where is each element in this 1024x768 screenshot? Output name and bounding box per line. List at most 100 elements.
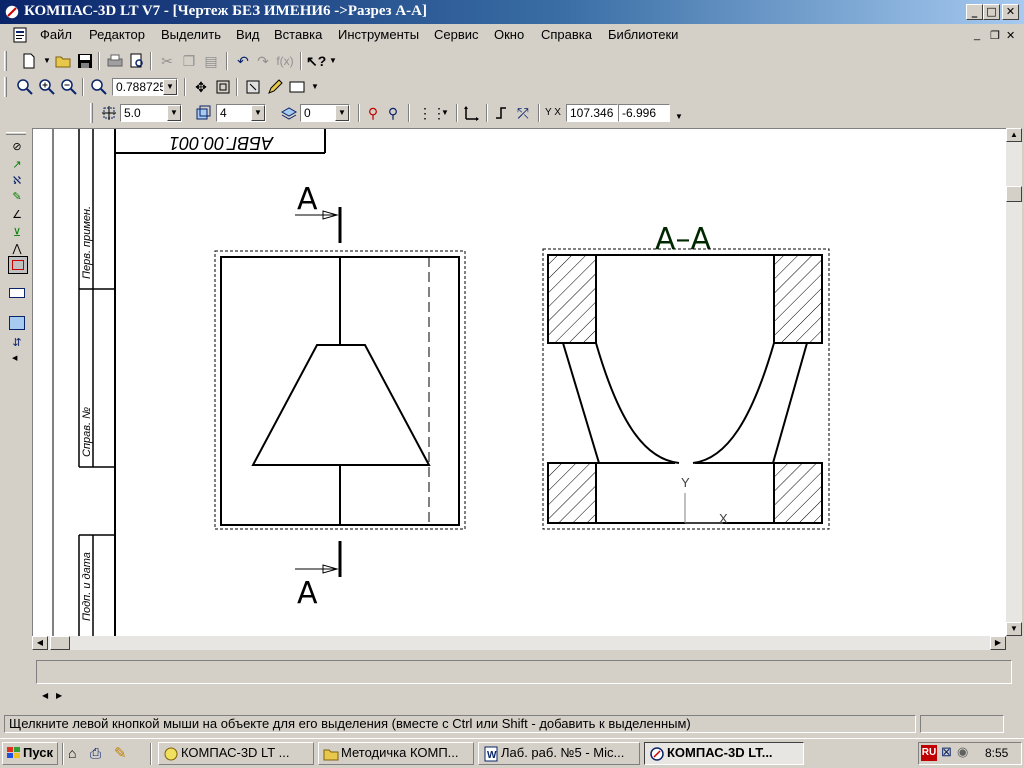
copy-icon[interactable]: ❐ (180, 52, 198, 70)
next-arrow-icon[interactable]: ▶ (56, 691, 62, 700)
insert-elements-icon[interactable]: ⇵ (8, 334, 26, 352)
maximize-button[interactable]: □ (983, 4, 1000, 20)
scroll-up-button[interactable]: ▲ (1006, 128, 1022, 142)
snap-icon[interactable]: ⚲ (364, 104, 382, 122)
pan-icon[interactable]: ✥ (192, 78, 210, 96)
menu-libraries[interactable]: Библиотеки (608, 27, 678, 42)
kompas-app-icon[interactable] (3, 3, 21, 21)
cut-icon[interactable]: ✂ (158, 52, 176, 70)
associative-views-icon[interactable] (8, 256, 28, 274)
menu-service[interactable]: Сервис (434, 27, 479, 42)
quicklaunch-app-icon[interactable]: ⎙ (90, 745, 101, 762)
language-indicator[interactable]: RU (921, 745, 937, 761)
menu-window[interactable]: Окно (494, 27, 524, 42)
function-icon[interactable]: f(x) (276, 52, 294, 70)
save-icon[interactable] (76, 52, 94, 70)
help-dropdown-icon[interactable]: ▼ (324, 52, 342, 70)
horizontal-scrollbar[interactable]: ◀ ▶ (32, 636, 1006, 650)
spec-icon[interactable] (9, 288, 25, 298)
undo-icon[interactable]: ↶ (234, 52, 252, 70)
ortho-icon[interactable] (492, 104, 510, 122)
doc-minimize-button[interactable]: _ (974, 29, 980, 41)
context-help-icon[interactable]: ↖? (306, 52, 326, 70)
start-button[interactable]: Пуск (2, 742, 58, 765)
zoom-scale-icon[interactable] (90, 78, 108, 96)
chevron-down-icon[interactable]: ▼ (335, 105, 349, 121)
minimize-button[interactable]: _ (966, 4, 983, 20)
vertical-scroll-thumb[interactable] (1006, 186, 1022, 202)
x-coordinate-field[interactable]: 107.346 (566, 104, 618, 122)
windows-logo-icon (7, 747, 20, 758)
scroll-right-button[interactable]: ▶ (990, 636, 1006, 650)
toolbar-grip[interactable] (6, 132, 26, 135)
zoom-out-icon[interactable] (60, 78, 78, 96)
current-layer-icon[interactable] (194, 104, 212, 122)
grid-dropdown-icon[interactable]: ▼ (436, 104, 454, 122)
menu-help[interactable]: Справка (541, 27, 592, 42)
redo-icon[interactable]: ↷ (254, 52, 272, 70)
close-button[interactable]: ✕ (1002, 4, 1019, 20)
cursor-step-combo[interactable]: 5.0 ▼ (120, 104, 182, 122)
menu-view[interactable]: Вид (236, 27, 260, 42)
cursor-step-icon[interactable] (100, 104, 118, 122)
zoom-in-icon[interactable] (38, 78, 56, 96)
print-icon[interactable] (106, 52, 124, 70)
parametric-mode-icon[interactable]: ⤱ (514, 104, 532, 122)
refresh-icon[interactable] (244, 78, 262, 96)
drawing-sheet[interactable]: Перв. примен. Справ. № Подп. и дата АБВГ… (33, 129, 1006, 636)
current-layer-combo[interactable]: 4 ▼ (216, 104, 266, 122)
display-dropdown-icon[interactable]: ▼ (306, 78, 324, 96)
layer-state-combo[interactable]: 0 ▼ (300, 104, 350, 122)
volume-icon[interactable]: ◉ (957, 744, 968, 760)
show-desktop-icon[interactable]: ⌂ (68, 745, 76, 761)
chevron-down-icon[interactable]: ▼ (251, 105, 265, 121)
toolbar-grip[interactable] (90, 103, 93, 123)
menu-tools[interactable]: Инструменты (338, 27, 419, 42)
prev-arrow-icon[interactable]: ◀ (42, 691, 48, 700)
local-cs-icon[interactable] (462, 104, 480, 122)
reports-icon[interactable] (9, 316, 25, 330)
doc-restore-button[interactable]: ❐ (990, 29, 1000, 42)
menu-editor[interactable]: Редактор (89, 27, 145, 42)
toolbar-grip[interactable] (4, 77, 7, 97)
task-button-folder[interactable]: Методичка КОМП... (318, 742, 474, 765)
chevron-down-icon[interactable]: ▼ (163, 79, 177, 95)
edit-icon[interactable]: ✎ (8, 188, 26, 206)
zoom-window-icon[interactable] (16, 78, 34, 96)
display-mode-icon[interactable] (288, 78, 306, 96)
network-icon[interactable]: ⊠ (941, 744, 952, 760)
doc-close-button[interactable]: ✕ (1006, 29, 1015, 42)
vertical-scrollbar[interactable]: ▲ ▼ (1006, 128, 1022, 636)
menu-file[interactable]: Файл (40, 27, 72, 42)
toolbar-more-icon[interactable]: ◀ (12, 354, 17, 362)
coordinates-dropdown-icon[interactable]: ▼ (670, 108, 688, 126)
chevron-down-icon[interactable]: ▼ (167, 105, 181, 121)
pencil-icon[interactable] (266, 78, 284, 96)
geometry-icon[interactable]: ⊘ (8, 138, 26, 156)
toolbar-grip[interactable] (4, 51, 7, 71)
y-coordinate-field[interactable]: -6.996 (618, 104, 670, 122)
front-view[interactable]: А А (214, 182, 466, 611)
task-button-kompas-1[interactable]: КОМПАС-3D LT ... (158, 742, 314, 765)
scroll-left-button[interactable]: ◀ (32, 636, 48, 650)
zoom-scale-combo[interactable]: 0.788725 ▼ (112, 78, 178, 96)
task-button-kompas-active[interactable]: КОМПАС-3D LT... (644, 742, 804, 765)
task-button-word[interactable]: W Лаб. раб. №5 - Mic... (478, 742, 640, 765)
paste-icon[interactable]: ▤ (202, 52, 220, 70)
menu-select[interactable]: Выделить (161, 27, 221, 42)
horizontal-scroll-thumb[interactable] (50, 636, 70, 650)
layer-state-icon[interactable] (280, 104, 298, 122)
scroll-down-button[interactable]: ▼ (1006, 622, 1022, 636)
drawing-canvas[interactable]: Перв. примен. Справ. № Подп. и дата АБВГ… (32, 128, 1006, 636)
quicklaunch-pencil-icon[interactable]: ✎ (114, 744, 127, 762)
section-view[interactable]: А–А Y X (542, 222, 830, 530)
grid-icon[interactable]: ⋮⋮ (418, 104, 446, 122)
show-all-icon[interactable] (214, 78, 232, 96)
new-file-icon[interactable] (20, 52, 38, 70)
local-snap-icon[interactable]: ⚲ (384, 104, 402, 122)
parametrization-icon[interactable]: ∠ (8, 206, 26, 224)
open-folder-icon[interactable] (54, 52, 72, 70)
document-icon[interactable] (12, 27, 30, 43)
print-preview-icon[interactable] (128, 52, 146, 70)
menu-insert[interactable]: Вставка (274, 27, 322, 42)
